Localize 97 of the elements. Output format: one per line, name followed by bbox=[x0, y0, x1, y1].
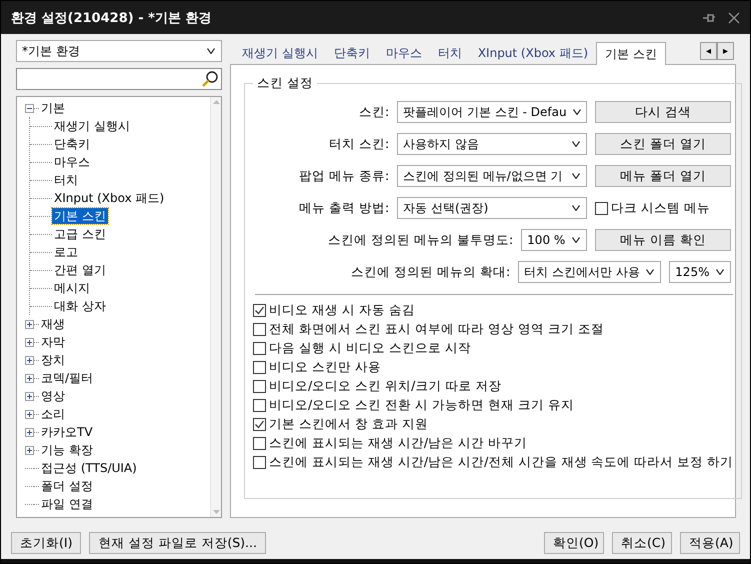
tree-item[interactable]: 터치 bbox=[52, 172, 80, 188]
footer-button[interactable]: 현재 설정 파일로 저장(S)... bbox=[89, 532, 266, 554]
tree-item[interactable]: 카카오TV bbox=[39, 424, 95, 440]
checkbox-box[interactable] bbox=[595, 202, 608, 214]
collapse-icon[interactable] bbox=[25, 104, 34, 112]
checkbox-label: 비디오 스킨만 사용 bbox=[269, 359, 381, 376]
checkbox-box[interactable] bbox=[253, 323, 266, 336]
tab[interactable]: 마우스 bbox=[378, 43, 430, 64]
pin-icon[interactable] bbox=[702, 12, 716, 24]
tree-item[interactable]: 장치 bbox=[39, 352, 67, 368]
checkbox-label: 비디오 재생 시 자동 숨김 bbox=[269, 302, 415, 319]
checkbox[interactable]: 전체 화면에서 스킨 표시 여부에 따라 영상 영역 크기 조절 bbox=[253, 320, 734, 339]
checkbox-label: 비디오/오디오 스킨 위치/크기 따로 저장 bbox=[269, 378, 502, 395]
tab[interactable]: 터치 bbox=[430, 43, 470, 64]
preset-dropdown[interactable]: *기본 환경 bbox=[16, 40, 222, 62]
tree-item[interactable]: 폴더 설정 bbox=[39, 478, 95, 494]
checkbox-box[interactable] bbox=[253, 361, 266, 374]
checkbox-box[interactable] bbox=[253, 380, 266, 393]
checkbox[interactable]: 비디오 스킨만 사용 bbox=[253, 358, 734, 377]
field-label: 팝업 메뉴 종류: bbox=[299, 168, 390, 184]
tree-item[interactable]: 기본 스킨 bbox=[52, 208, 108, 224]
tree-item[interactable]: 영상 bbox=[39, 388, 67, 404]
action-button[interactable]: 다시 검색 bbox=[595, 101, 732, 123]
footer-button[interactable]: 적용(A) bbox=[680, 532, 740, 554]
tree-item[interactable]: 로고 bbox=[52, 244, 80, 260]
tree-item[interactable]: 기능 확장 bbox=[39, 442, 95, 458]
tree-item[interactable]: 고급 스킨 bbox=[52, 226, 108, 242]
search-field[interactable] bbox=[16, 68, 222, 90]
tree-item[interactable]: 대화 상자 bbox=[52, 298, 108, 314]
search-icon[interactable] bbox=[201, 70, 219, 88]
tab[interactable]: XInput (Xbox 패드) bbox=[470, 43, 596, 64]
tab[interactable]: 단축키 bbox=[326, 43, 378, 64]
dropdown[interactable]: 125% bbox=[669, 261, 732, 283]
footer-button[interactable]: 취소(C) bbox=[612, 532, 672, 554]
close-icon[interactable] bbox=[728, 12, 740, 24]
checkbox-box[interactable] bbox=[253, 399, 266, 412]
dropdown[interactable]: 터치 스킨에서만 사용 bbox=[518, 261, 662, 283]
tree-item[interactable]: 단축키 bbox=[52, 136, 92, 152]
tree-item[interactable]: 코덱/필터 bbox=[39, 370, 96, 386]
tree-item[interactable]: 소리 bbox=[39, 406, 67, 422]
checkbox-label: 다크 시스템 메뉴 bbox=[611, 200, 710, 216]
window-title: 환경 설정(210428) - *기본 환경 bbox=[11, 10, 212, 26]
tree-item[interactable]: 간편 열기 bbox=[52, 262, 108, 278]
field-label: 스킨에 정의된 메뉴의 불투명도: bbox=[328, 232, 514, 248]
expand-icon[interactable] bbox=[25, 320, 34, 328]
checkbox[interactable]: 다크 시스템 메뉴 bbox=[595, 198, 732, 218]
action-button[interactable]: 스킨 폴더 열기 bbox=[595, 133, 732, 155]
tree-item[interactable]: 메시지 bbox=[52, 280, 92, 296]
checkbox-box[interactable] bbox=[253, 418, 266, 431]
checkbox-box[interactable] bbox=[253, 437, 266, 450]
dropdown[interactable]: 사용하지 않음 bbox=[397, 133, 588, 155]
dropdown[interactable]: 자동 선택(권장) bbox=[397, 197, 588, 219]
checkbox[interactable]: 비디오/오디오 스킨 위치/크기 따로 저장 bbox=[253, 377, 734, 396]
checkbox-box[interactable] bbox=[253, 304, 266, 317]
tree-item[interactable]: 자막 bbox=[39, 334, 67, 350]
checkbox-label: 비디오/오디오 스킨 전환 시 가능하면 현재 크기 유지 bbox=[269, 397, 574, 414]
checkbox-label: 다음 실행 시 비디오 스킨으로 시작 bbox=[269, 340, 471, 357]
dropdown[interactable]: 팟플레이어 기본 스킨 - Defau bbox=[397, 101, 588, 123]
field-label: 메뉴 출력 방법: bbox=[299, 200, 390, 216]
checkbox[interactable]: 비디오 재생 시 자동 숨김 bbox=[253, 301, 734, 320]
checkbox[interactable]: 다음 실행 시 비디오 스킨으로 시작 bbox=[253, 339, 734, 358]
expand-icon[interactable] bbox=[25, 374, 34, 382]
tree-item[interactable]: 재생기 실행시 bbox=[52, 118, 132, 134]
dropdown[interactable]: 스킨에 정의된 메뉴/없으면 기 bbox=[397, 165, 588, 187]
checkbox-box[interactable] bbox=[253, 456, 266, 469]
tab[interactable]: 재생기 실행시 bbox=[234, 43, 326, 64]
expand-icon[interactable] bbox=[25, 356, 34, 364]
tree-item[interactable]: 마우스 bbox=[52, 154, 92, 170]
dropdown[interactable]: 100 % bbox=[521, 229, 588, 251]
tree-item[interactable]: 기본 bbox=[39, 100, 67, 116]
footer-button[interactable]: 확인(O) bbox=[544, 532, 604, 554]
field-label: 터치 스킨: bbox=[328, 136, 390, 152]
checkbox-box[interactable] bbox=[253, 342, 266, 355]
tab[interactable]: 기본 스킨 bbox=[596, 42, 666, 65]
checkbox[interactable]: 비디오/오디오 스킨 전환 시 가능하면 현재 크기 유지 bbox=[253, 396, 734, 415]
expand-icon[interactable] bbox=[25, 392, 34, 400]
checkbox[interactable]: 기본 스킨에서 창 효과 지원 bbox=[253, 415, 734, 434]
tab-scroll-button[interactable]: ◂ bbox=[700, 42, 717, 60]
group-title: 스킨 설정 bbox=[256, 75, 314, 92]
action-button[interactable]: 메뉴 이름 확인 bbox=[595, 229, 732, 251]
footer-button[interactable]: 초기화(I) bbox=[11, 532, 82, 554]
expand-icon[interactable] bbox=[25, 338, 34, 346]
tree-item[interactable]: 재생 bbox=[39, 316, 67, 332]
checkbox-label: 기본 스킨에서 창 효과 지원 bbox=[269, 416, 428, 433]
tree-item[interactable]: 파일 연결 bbox=[39, 496, 95, 512]
checkbox-label: 전체 화면에서 스킨 표시 여부에 따라 영상 영역 크기 조절 bbox=[269, 321, 604, 338]
expand-icon[interactable] bbox=[25, 428, 34, 436]
field-label: 스킨에 정의된 메뉴의 확대: bbox=[351, 264, 510, 280]
field-label: 스킨: bbox=[358, 104, 390, 120]
expand-icon[interactable] bbox=[25, 446, 34, 454]
checkbox[interactable]: 스킨에 표시되는 재생 시간/남은 시간 바꾸기 bbox=[253, 434, 734, 453]
action-button[interactable]: 메뉴 폴더 열기 bbox=[595, 165, 732, 187]
checkbox-label: 스킨에 표시되는 재생 시간/남은 시간 바꾸기 bbox=[269, 435, 528, 452]
tree-item[interactable]: 접근성 (TTS/UIA) bbox=[39, 460, 139, 476]
tab-scroll-button[interactable]: ▸ bbox=[717, 42, 734, 60]
tree-item[interactable]: XInput (Xbox 패드) bbox=[52, 190, 166, 206]
expand-icon[interactable] bbox=[25, 410, 34, 418]
